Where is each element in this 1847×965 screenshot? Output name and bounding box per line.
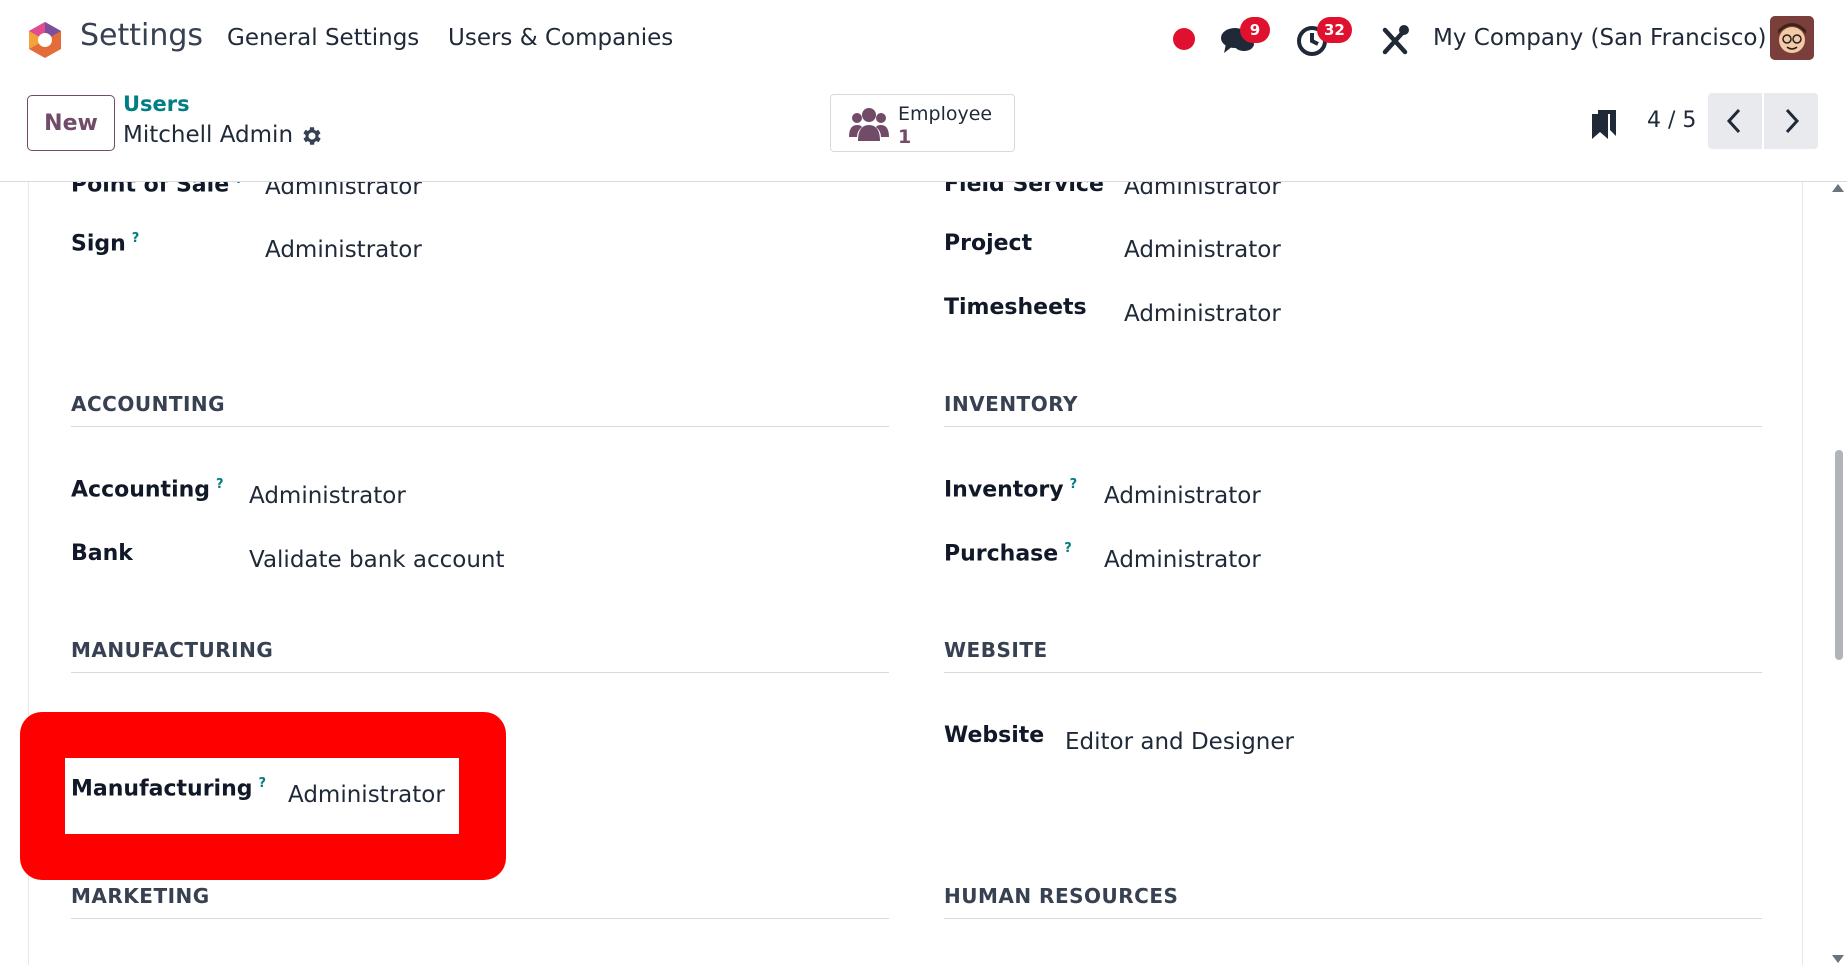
chevron-right-icon bbox=[1785, 108, 1800, 134]
menu-general-settings[interactable]: General Settings bbox=[227, 25, 419, 51]
smart-button-count: 1 bbox=[898, 126, 912, 148]
help-icon[interactable]: ? bbox=[259, 776, 267, 791]
top-navbar: Settings General Settings Users & Compan… bbox=[0, 0, 1847, 78]
avatar[interactable] bbox=[1770, 16, 1814, 60]
debug-tools-icon[interactable] bbox=[1375, 20, 1415, 60]
field-label-point-of-sale: Point of Sale? bbox=[71, 182, 243, 197]
menu-users-companies[interactable]: Users & Companies bbox=[448, 25, 673, 51]
field-label-website: Website bbox=[944, 723, 1045, 748]
scrollbar-thumb[interactable] bbox=[1835, 450, 1843, 660]
section-title-marketing: MARKETING bbox=[71, 884, 210, 908]
field-label-sign: Sign? bbox=[71, 231, 140, 257]
field-label-inventory: Inventory? bbox=[944, 477, 1078, 503]
field-value-inventory[interactable]: Administrator bbox=[1104, 483, 1261, 509]
employee-smart-button[interactable]: Employee 1 bbox=[830, 94, 1015, 152]
vertical-scrollbar[interactable] bbox=[1827, 182, 1847, 965]
user-avatar-icon bbox=[1770, 16, 1814, 60]
smart-button-label: Employee bbox=[898, 103, 993, 125]
field-label-timesheets: Timesheets bbox=[944, 295, 1087, 320]
bookmark-icon[interactable] bbox=[1590, 108, 1618, 140]
field-label-accounting: Accounting? bbox=[71, 477, 224, 503]
section-divider bbox=[71, 918, 889, 919]
field-value-field-service[interactable]: Administrator bbox=[1124, 182, 1281, 200]
section-divider bbox=[71, 426, 889, 427]
help-icon[interactable]: ? bbox=[132, 231, 140, 246]
help-icon[interactable]: ? bbox=[235, 182, 243, 187]
field-value-point-of-sale[interactable]: Administrator bbox=[265, 182, 422, 200]
help-icon[interactable]: ? bbox=[1070, 477, 1078, 492]
scroll-down-icon[interactable] bbox=[1832, 955, 1844, 963]
scroll-up-icon[interactable] bbox=[1832, 184, 1844, 192]
field-label-field-service: Field Service bbox=[944, 182, 1104, 197]
help-icon[interactable]: ? bbox=[216, 477, 224, 492]
field-value-accounting[interactable]: Administrator bbox=[249, 483, 406, 509]
form-view: Point of Sale? Administrator Sign? Admin… bbox=[0, 182, 1847, 965]
section-title-human-resources: HUMAN RESOURCES bbox=[944, 884, 1179, 908]
odoo-logo-icon[interactable] bbox=[25, 20, 65, 60]
activities-badge: 32 bbox=[1317, 17, 1352, 43]
field-label-manufacturing: Manufacturing? bbox=[71, 776, 267, 802]
field-value-timesheets[interactable]: Administrator bbox=[1124, 301, 1281, 327]
section-title-manufacturing: MANUFACTURING bbox=[71, 638, 274, 662]
field-label-project: Project bbox=[944, 231, 1033, 256]
pager-value[interactable]: 4 / 5 bbox=[1647, 108, 1696, 133]
breadcrumb-users[interactable]: Users bbox=[123, 92, 190, 116]
messages-badge: 9 bbox=[1240, 17, 1270, 43]
help-icon[interactable]: ? bbox=[1064, 541, 1072, 556]
section-divider bbox=[944, 672, 1762, 673]
company-switcher[interactable]: My Company (San Francisco) bbox=[1433, 25, 1766, 51]
field-label-purchase: Purchase? bbox=[944, 541, 1072, 567]
users-group-icon bbox=[849, 108, 889, 141]
section-divider bbox=[944, 918, 1762, 919]
form-sheet: Point of Sale? Administrator Sign? Admin… bbox=[20, 182, 1803, 965]
section-title-accounting: ACCOUNTING bbox=[71, 392, 226, 416]
app-title[interactable]: Settings bbox=[80, 18, 203, 53]
pager-previous-button[interactable] bbox=[1708, 93, 1762, 149]
section-title-inventory: INVENTORY bbox=[944, 392, 1078, 416]
field-value-sign[interactable]: Administrator bbox=[265, 237, 422, 263]
pager-next-button[interactable] bbox=[1764, 93, 1818, 149]
field-value-bank[interactable]: Validate bank account bbox=[249, 547, 505, 573]
record-title: Mitchell Admin bbox=[123, 122, 294, 148]
control-panel: New Users Mitchell Admin Employee 1 4 / … bbox=[0, 78, 1847, 182]
section-divider bbox=[944, 426, 1762, 427]
chevron-left-icon bbox=[1726, 108, 1741, 134]
field-label-bank: Bank bbox=[71, 541, 133, 566]
recording-dot-icon[interactable] bbox=[1173, 28, 1195, 50]
field-value-manufacturing[interactable]: Administrator bbox=[288, 782, 445, 808]
field-value-project[interactable]: Administrator bbox=[1124, 237, 1281, 263]
gear-icon[interactable] bbox=[300, 124, 324, 148]
field-value-purchase[interactable]: Administrator bbox=[1104, 547, 1261, 573]
section-divider bbox=[71, 672, 889, 673]
field-value-website[interactable]: Editor and Designer bbox=[1065, 729, 1294, 755]
new-button[interactable]: New bbox=[27, 95, 115, 151]
section-title-website: WEBSITE bbox=[944, 638, 1048, 662]
